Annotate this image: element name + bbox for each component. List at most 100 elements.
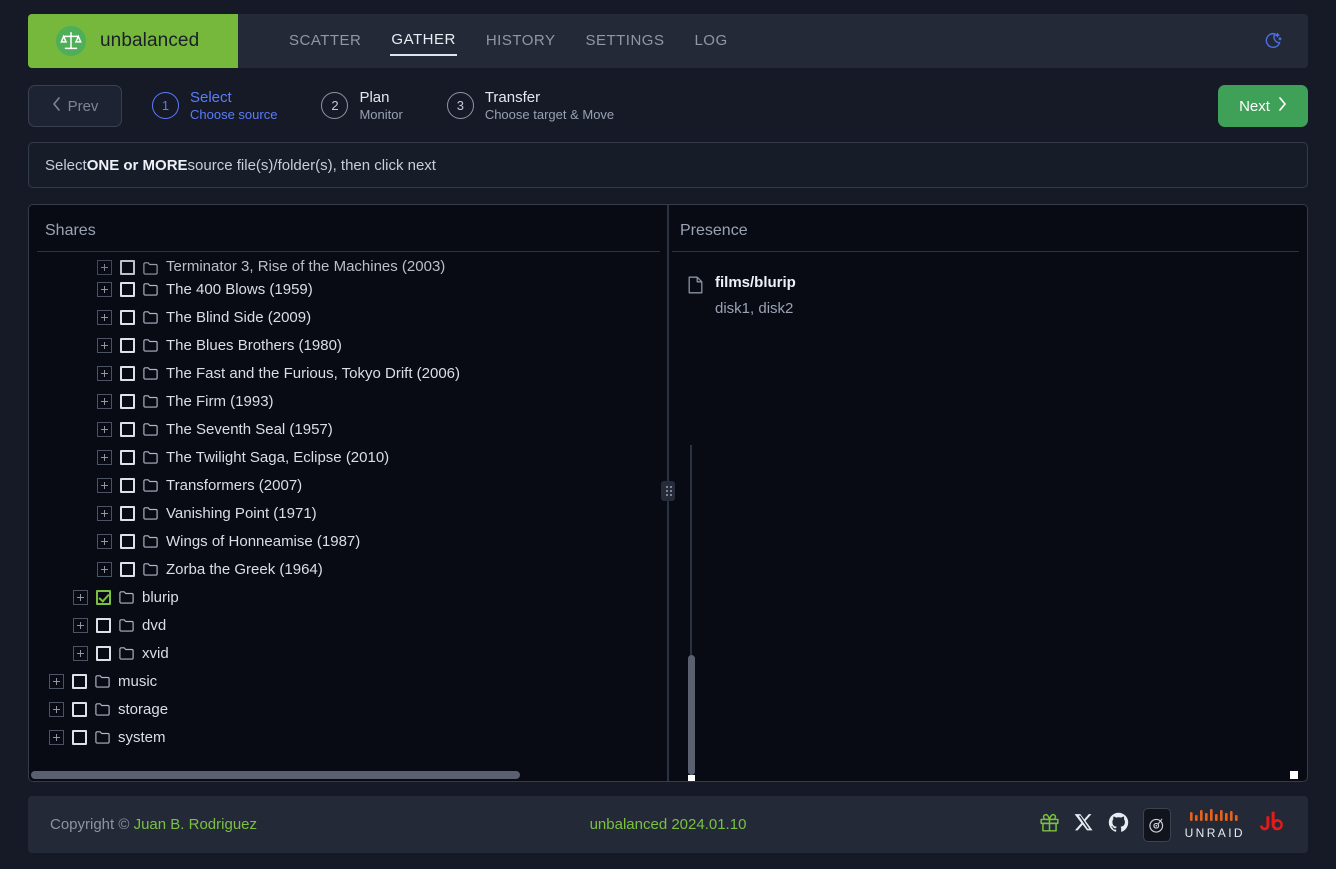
expand-plus-icon[interactable]: [97, 421, 112, 437]
checkbox-unchecked[interactable]: [72, 729, 87, 745]
next-button[interactable]: Next: [1218, 85, 1308, 127]
tree-row[interactable]: blurip: [29, 583, 668, 611]
tree-row[interactable]: xvid: [29, 639, 668, 667]
brand-home-link[interactable]: unbalanced: [28, 14, 238, 68]
checkbox-checked[interactable]: [96, 589, 111, 605]
checkbox-unchecked[interactable]: [120, 337, 135, 353]
presence-item-name: films/blurip: [715, 274, 796, 291]
tab-settings[interactable]: SETTINGS: [584, 28, 665, 55]
prev-button[interactable]: Prev: [28, 85, 122, 127]
vertical-scrollbar[interactable]: [688, 655, 695, 775]
folder-icon: [119, 646, 134, 660]
checkbox-unchecked[interactable]: [120, 260, 135, 275]
expand-plus-icon[interactable]: [97, 393, 112, 409]
x-twitter-icon[interactable]: [1074, 812, 1094, 837]
expand-plus-icon[interactable]: [97, 561, 112, 577]
expand-plus-icon[interactable]: [49, 729, 64, 745]
tab-history[interactable]: HISTORY: [485, 28, 557, 55]
gift-icon[interactable]: [1039, 812, 1060, 838]
checkbox-unchecked[interactable]: [120, 449, 135, 465]
checkbox-unchecked[interactable]: [120, 281, 135, 297]
folder-icon: [143, 262, 158, 275]
checkbox-unchecked[interactable]: [96, 617, 111, 633]
tree-row[interactable]: tvshows: [29, 751, 668, 752]
checkbox-unchecked[interactable]: [120, 561, 135, 577]
checkbox-unchecked[interactable]: [96, 645, 111, 661]
tree-row-label: Transformers (2007): [166, 476, 303, 494]
expand-plus-icon[interactable]: [97, 281, 112, 297]
list-item: films/blurip disk1, disk2: [688, 274, 1307, 317]
expand-plus-icon[interactable]: [97, 477, 112, 493]
expand-plus-icon[interactable]: [49, 701, 64, 717]
tab-gather[interactable]: GATHER: [390, 27, 457, 56]
horizontal-scrollbar[interactable]: [31, 771, 520, 779]
brand-name: unbalanced: [100, 30, 200, 51]
shares-tree[interactable]: Terminator 3, Rise of the Machines (2003…: [29, 252, 668, 752]
tree-row[interactable]: dvd: [29, 611, 668, 639]
file-icon: [688, 276, 703, 299]
expand-plus-icon[interactable]: [97, 449, 112, 465]
tree-row[interactable]: Vanishing Point (1971): [29, 499, 668, 527]
folder-icon: [119, 590, 134, 604]
splitter-grip-icon[interactable]: [661, 481, 675, 501]
checkbox-unchecked[interactable]: [120, 477, 135, 493]
folder-icon: [95, 702, 110, 716]
tree-row[interactable]: Zorba the Greek (1964): [29, 555, 668, 583]
tree-row[interactable]: The Blues Brothers (1980): [29, 331, 668, 359]
tree-row[interactable]: The 400 Blows (1959): [29, 275, 668, 303]
disk-icon[interactable]: [1142, 807, 1171, 842]
moon-stars-icon[interactable]: [1260, 28, 1286, 54]
checkbox-unchecked[interactable]: [72, 673, 87, 689]
tree-row[interactable]: The Firm (1993): [29, 387, 668, 415]
github-icon[interactable]: [1108, 812, 1129, 838]
expand-plus-icon[interactable]: [73, 617, 88, 633]
horizontal-scrollbar-end-marker: [1290, 771, 1298, 779]
tree-row[interactable]: Wings of Honneamise (1987): [29, 527, 668, 555]
checkbox-unchecked[interactable]: [120, 421, 135, 437]
expand-plus-icon[interactable]: [97, 260, 112, 275]
checkbox-unchecked[interactable]: [120, 309, 135, 325]
tree-row-label: Terminator 3, Rise of the Machines (2003…: [166, 258, 446, 275]
vertical-scroll-track: [690, 445, 692, 655]
expand-plus-icon[interactable]: [73, 645, 88, 661]
wizard-stepper: Prev 1 Select Choose source 2 Plan Monit…: [28, 82, 1308, 130]
checkbox-unchecked[interactable]: [120, 505, 135, 521]
jb-logo-icon[interactable]: [1259, 809, 1286, 841]
tree-row-label: The Fast and the Furious, Tokyo Drift (2…: [166, 364, 461, 382]
step-select[interactable]: 1 Select Choose source: [152, 89, 277, 122]
shares-panel-title: Shares: [37, 205, 660, 252]
checkbox-unchecked[interactable]: [120, 533, 135, 549]
step-plan[interactable]: 2 Plan Monitor: [321, 89, 403, 122]
tab-scatter[interactable]: SCATTER: [288, 28, 362, 55]
tree-row-label: The Twilight Saga, Eclipse (2010): [166, 448, 390, 466]
tree-row[interactable]: music: [29, 667, 668, 695]
checkbox-unchecked[interactable]: [120, 393, 135, 409]
checkbox-unchecked[interactable]: [120, 365, 135, 381]
nav-tab-list: SCATTER GATHER HISTORY SETTINGS LOG: [238, 14, 729, 68]
tree-row-label: The Firm (1993): [166, 392, 274, 410]
expand-plus-icon[interactable]: [49, 673, 64, 689]
tree-row[interactable]: The Seventh Seal (1957): [29, 415, 668, 443]
expand-plus-icon[interactable]: [73, 589, 88, 605]
expand-plus-icon[interactable]: [97, 505, 112, 521]
expand-plus-icon[interactable]: [97, 337, 112, 353]
checkbox-unchecked[interactable]: [72, 701, 87, 717]
step-transfer[interactable]: 3 Transfer Choose target & Move: [446, 89, 614, 122]
expand-plus-icon[interactable]: [97, 533, 112, 549]
tree-row[interactable]: Transformers (2007): [29, 471, 668, 499]
unraid-wordmark: UNRAID: [1184, 826, 1245, 840]
tree-row[interactable]: The Twilight Saga, Eclipse (2010): [29, 443, 668, 471]
author-link[interactable]: Juan B. Rodriguez: [134, 816, 257, 833]
panel-splitter[interactable]: [661, 205, 675, 781]
tree-row[interactable]: system: [29, 723, 668, 751]
expand-plus-icon[interactable]: [97, 365, 112, 381]
tree-row[interactable]: storage: [29, 695, 668, 723]
unraid-logo-icon[interactable]: UNRAID: [1185, 809, 1245, 840]
tree-row[interactable]: The Blind Side (2009): [29, 303, 668, 331]
tab-log[interactable]: LOG: [693, 28, 728, 55]
tree-row[interactable]: The Fast and the Furious, Tokyo Drift (2…: [29, 359, 668, 387]
expand-plus-icon[interactable]: [97, 309, 112, 325]
instruction-bar: Select ONE or MORE source file(s)/folder…: [28, 142, 1308, 188]
folder-icon: [143, 562, 158, 576]
tree-row[interactable]: Terminator 3, Rise of the Machines (2003…: [29, 257, 668, 275]
